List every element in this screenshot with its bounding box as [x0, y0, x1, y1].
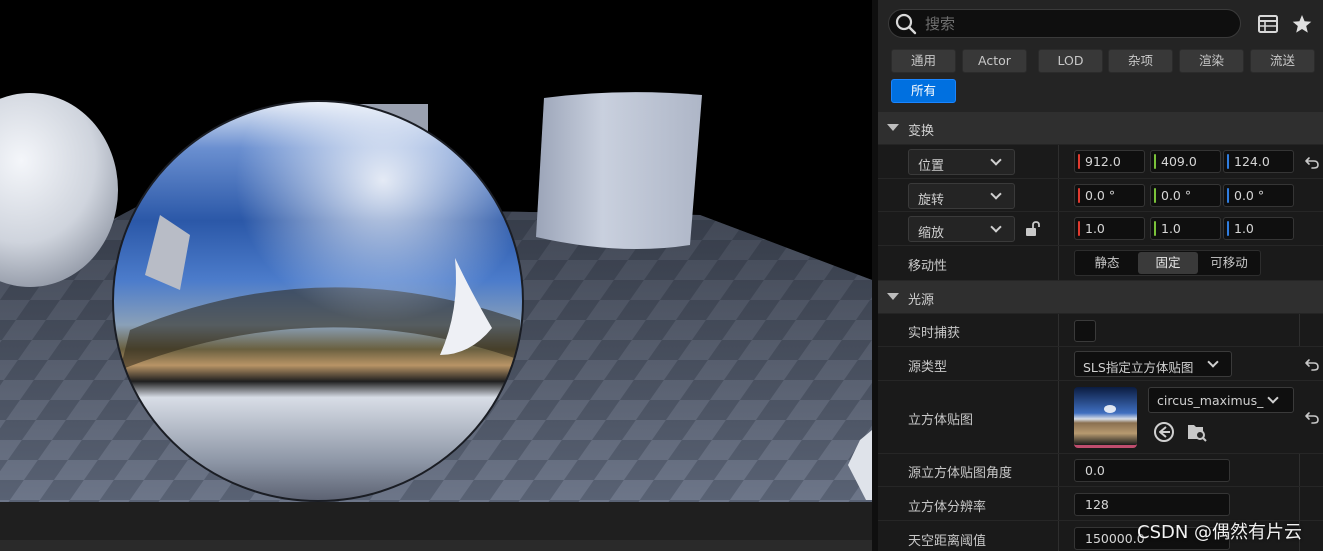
category-transform[interactable]: 变换 [878, 112, 1323, 144]
reset-arrow-icon[interactable] [1304, 154, 1320, 170]
filter-general-button[interactable]: 通用 [891, 49, 956, 73]
chevron-down-icon [1267, 392, 1279, 404]
scale-y-field[interactable]: 1.0 [1150, 217, 1221, 240]
table-view-icon[interactable] [1257, 13, 1279, 35]
filter-lod-button[interactable]: LOD [1038, 49, 1103, 73]
collapse-triangle-icon [887, 124, 899, 131]
cubemap-row: 立方体贴图 circus_maximus_ [878, 381, 1323, 454]
location-z-field[interactable]: 124.0 [1223, 150, 1294, 173]
source-type-dropdown[interactable]: SLS指定立方体贴图 [1074, 351, 1232, 377]
reset-arrow-icon[interactable] [1304, 409, 1320, 425]
category-light-label: 光源 [908, 293, 935, 308]
filter-actor-button[interactable]: Actor [962, 49, 1027, 73]
cubemap-resolution-row: 立方体分辨率 128 [878, 487, 1323, 521]
scale-combo-label: 缩放 [918, 226, 945, 241]
scale-x-field[interactable]: 1.0 [1074, 217, 1145, 240]
rotation-combo-label: 旋转 [918, 193, 945, 208]
location-combo[interactable]: 位置 [908, 149, 1015, 175]
rotation-row: 旋转 0.0 ° 0.0 ° 0.0 ° [878, 179, 1323, 212]
location-y-field[interactable]: 409.0 [1150, 150, 1221, 173]
scale-row: 缩放 1.0 1.0 1.0 [878, 212, 1323, 246]
chevron-down-icon [990, 154, 1002, 166]
cubemap-asset-dropdown[interactable]: circus_maximus_ [1148, 387, 1294, 413]
chevron-down-icon [990, 221, 1002, 233]
cubemap-asset-value: circus_maximus_ [1157, 393, 1264, 408]
viewport-scene [0, 92, 872, 502]
filter-misc-button[interactable]: 杂项 [1108, 49, 1173, 73]
filter-all-button[interactable]: 所有 [891, 79, 956, 103]
filter-streaming-button[interactable]: 流送 [1250, 49, 1315, 73]
mobility-label: 移动性 [908, 259, 948, 274]
cubemap-angle-label: 源立方体贴图角度 [908, 466, 1013, 481]
browse-asset-icon[interactable] [1185, 421, 1207, 443]
cubemap-preview-image [1074, 387, 1137, 445]
sky-distance-threshold-label: 天空距离阈值 [908, 534, 987, 549]
unlock-icon[interactable] [1024, 220, 1042, 238]
cubemap-resolution-field[interactable]: 128 [1074, 493, 1230, 516]
cubemap-label: 立方体贴图 [908, 413, 974, 428]
mobility-static-option[interactable]: 静态 [1077, 252, 1137, 274]
realtime-capture-row: 实时捕获 [878, 314, 1323, 347]
cubemap-angle-field[interactable]: 0.0 [1074, 459, 1230, 482]
cylinder-mesh [536, 92, 702, 250]
location-row: 位置 912.0 409.0 124.0 [878, 145, 1323, 179]
cubemap-angle-row: 源立方体贴图角度 0.0 [878, 454, 1323, 487]
mobility-row: 移动性 静态 固定 可移动 [878, 246, 1323, 281]
location-combo-label: 位置 [918, 159, 945, 174]
cubemap-thumbnail[interactable] [1074, 387, 1137, 448]
location-x-field[interactable]: 912.0 [1074, 150, 1145, 173]
level-viewport[interactable] [0, 0, 872, 551]
source-type-label: 源类型 [908, 360, 948, 375]
filter-rendering-button[interactable]: 渲染 [1179, 49, 1244, 73]
scale-combo[interactable]: 缩放 [908, 216, 1015, 242]
realtime-capture-checkbox[interactable] [1074, 320, 1096, 342]
scale-z-field[interactable]: 1.0 [1223, 217, 1294, 240]
watermark-text: CSDN @偶然有片云 [1137, 522, 1303, 543]
mobility-segmented-control: 静态 固定 可移动 [1074, 250, 1261, 276]
source-type-row: 源类型 SLS指定立方体贴图 [878, 347, 1323, 381]
star-icon[interactable] [1291, 13, 1313, 35]
chevron-down-icon [1207, 356, 1219, 368]
chevron-down-icon [990, 188, 1002, 200]
category-transform-label: 变换 [908, 124, 935, 139]
rotation-x-field[interactable]: 0.0 ° [1074, 184, 1145, 207]
collapse-triangle-icon [887, 293, 899, 300]
use-selected-asset-icon[interactable] [1153, 421, 1175, 443]
reset-arrow-icon[interactable] [1304, 356, 1320, 372]
search-input[interactable] [925, 13, 1225, 34]
mobility-stationary-option[interactable]: 固定 [1138, 252, 1198, 274]
details-panel: 通用 Actor LOD 杂项 渲染 流送 所有 变换 位置 912.0 409… [878, 0, 1323, 551]
mobility-movable-option[interactable]: 可移动 [1199, 252, 1259, 274]
category-light[interactable]: 光源 [878, 281, 1323, 313]
source-type-value: SLS指定立方体贴图 [1083, 360, 1194, 375]
rotation-z-field[interactable]: 0.0 ° [1223, 184, 1294, 207]
cubemap-resolution-label: 立方体分辨率 [908, 500, 987, 515]
viewport-bottom-bar [0, 502, 872, 540]
realtime-capture-label: 实时捕获 [908, 326, 961, 341]
rotation-y-field[interactable]: 0.0 ° [1150, 184, 1221, 207]
viewport-scrollbar[interactable] [0, 540, 872, 551]
rotation-combo[interactable]: 旋转 [908, 183, 1015, 209]
search-icon [895, 13, 917, 35]
search-box[interactable] [888, 9, 1241, 38]
